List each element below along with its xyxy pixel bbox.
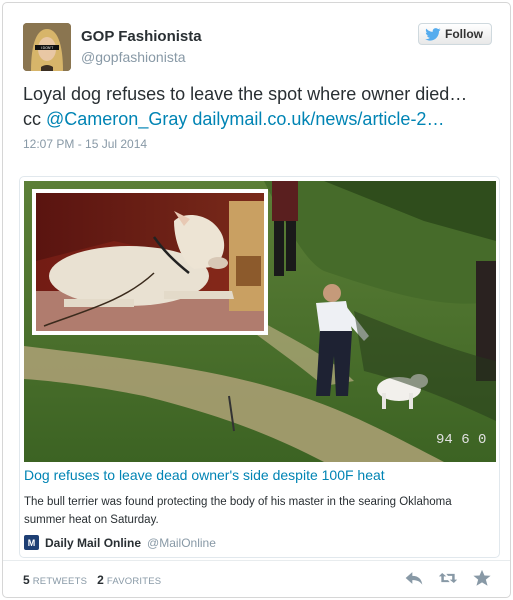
card-description: The bull terrier was found protecting th… bbox=[24, 496, 452, 526]
favorites-count: 2 bbox=[97, 573, 104, 587]
daily-mail-logo-icon: M bbox=[24, 535, 39, 550]
avatar[interactable]: I DON'T bbox=[23, 23, 71, 71]
follow-button[interactable]: Follow bbox=[418, 23, 492, 45]
user-handle[interactable]: @gopfashionista bbox=[81, 49, 186, 65]
avatar-badge-text: I DON'T bbox=[41, 46, 54, 50]
retweets-label: Retweets bbox=[32, 576, 88, 587]
card-title-link[interactable]: Dog refuses to leave dead owner's side d… bbox=[24, 467, 385, 483]
follow-label: Follow bbox=[445, 27, 483, 41]
favorite-star-icon[interactable] bbox=[472, 569, 492, 587]
tweet-actions bbox=[404, 569, 492, 587]
reply-icon[interactable] bbox=[404, 569, 424, 587]
embedded-tweet: I DON'T GOP Fashionista @gopfashionista … bbox=[2, 2, 511, 598]
footer-divider bbox=[3, 560, 510, 561]
article-link[interactable]: dailymail.co.uk/news/article-2… bbox=[192, 109, 444, 129]
favorites-stat[interactable]: 2 Favorites bbox=[97, 573, 161, 587]
tweet-text: Loyal dog refuses to leave the spot wher… bbox=[23, 82, 498, 132]
tweet-stats: 5 Retweets 2 Favorites bbox=[23, 573, 161, 587]
retweets-count: 5 bbox=[23, 573, 30, 587]
video-overlay-text: 94 6 0 bbox=[436, 432, 486, 448]
source-name[interactable]: Daily Mail Online bbox=[45, 536, 141, 550]
tweet-text-line1: Loyal dog refuses to leave the spot wher… bbox=[23, 84, 468, 104]
cc-prefix: cc bbox=[23, 109, 47, 129]
timestamp[interactable]: 12:07 PM - 15 Jul 2014 bbox=[23, 137, 147, 151]
favorites-label: Favorites bbox=[106, 576, 162, 587]
retweet-icon[interactable] bbox=[438, 569, 458, 587]
card-source[interactable]: M Daily Mail Online @MailOnline bbox=[24, 535, 216, 550]
display-name[interactable]: GOP Fashionista bbox=[81, 28, 202, 45]
article-photo[interactable]: 94 6 0 bbox=[24, 181, 496, 462]
source-handle[interactable]: @MailOnline bbox=[147, 536, 216, 550]
twitter-bird-icon bbox=[425, 27, 441, 41]
link-card[interactable]: 94 6 0 Dog refuses to leave dead owner's… bbox=[19, 176, 500, 558]
retweets-stat[interactable]: 5 Retweets bbox=[23, 573, 87, 587]
mention-link[interactable]: @Cameron_Gray bbox=[46, 109, 187, 129]
